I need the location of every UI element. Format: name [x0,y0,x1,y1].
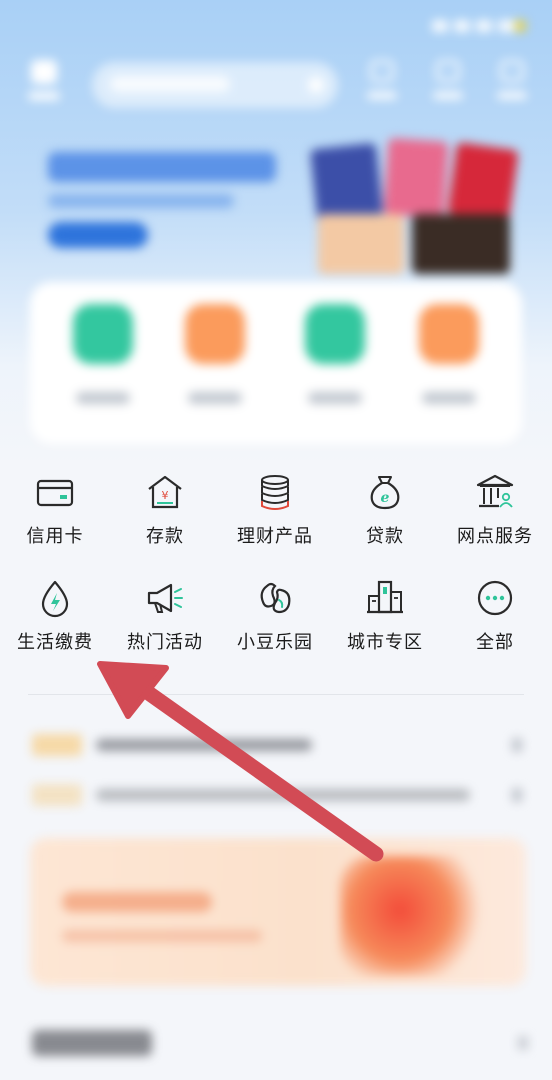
banner-subtitle [48,194,234,208]
message-icon [370,60,394,82]
credit-card-icon [35,472,75,512]
header-right-button-1[interactable] [362,60,402,108]
signal-icon [432,20,448,32]
banner-button[interactable] [48,222,148,248]
service-label: 热门活动 [127,632,203,653]
header-right-label-1 [367,92,397,99]
chevron-right-icon[interactable] [518,1036,528,1050]
service-deposit[interactable]: ¥ 存款 [110,468,220,568]
service-city-zone[interactable]: 城市专区 [330,574,440,674]
quick-action-label [76,392,130,404]
signal-icon [454,20,470,32]
bank-branch-icon [475,472,515,512]
chevron-right-icon [512,738,522,752]
notice-row[interactable] [32,732,526,760]
profile-icon [500,60,524,82]
header-right-label-2 [433,92,463,99]
beans-icon [255,578,295,618]
banner-image [412,214,510,274]
service-icon [436,60,460,82]
promo-card[interactable] [30,838,526,986]
service-label: 理财产品 [237,526,313,547]
service-label: 信用卡 [26,526,84,547]
water-drop-bolt-icon [35,578,75,618]
header-right-label-3 [497,92,527,99]
quick-action-label [422,392,476,404]
quick-action-icon [185,304,245,364]
svg-text:e: e [381,490,390,506]
service-grid: 信用卡 ¥ 存款 理财产品 e 贷款 网点服务 生活缴费 热门活动 小豆乐园 城… [0,468,552,674]
service-credit-card[interactable]: 信用卡 [0,468,110,568]
quick-action-icon [419,304,479,364]
wifi-icon [476,20,492,32]
service-all[interactable]: 全部 [440,574,550,674]
notice-row[interactable] [32,782,526,810]
notice-tag [32,734,82,756]
quick-action-icon [305,304,365,364]
coin-stack-icon [255,472,295,512]
service-label: 城市专区 [347,632,423,653]
notice-text [96,789,470,801]
quick-action-card [30,282,522,444]
quick-action-icon [73,304,133,364]
service-label: 存款 [146,526,184,547]
header-right-button-2[interactable] [428,60,468,108]
promo-subtitle [62,930,262,942]
header-right-button-3[interactable] [492,60,532,108]
section-title [32,1030,152,1056]
service-bean-park[interactable]: 小豆乐园 [220,574,330,674]
status-icons [432,20,526,32]
scan-icon [31,60,57,84]
quick-action-4[interactable] [414,304,484,404]
promo-title [62,892,212,912]
battery-icon [498,20,526,32]
service-label: 全部 [476,632,514,653]
banner-image [447,142,519,222]
notice-text [96,739,312,751]
divider [28,694,524,695]
service-label: 贷款 [366,526,404,547]
header-left-label [28,92,60,100]
service-life-payments[interactable]: 生活缴费 [0,574,110,674]
header-left-button[interactable] [24,60,64,108]
search-placeholder [110,76,230,92]
quick-action-1[interactable] [68,304,138,404]
search-bar[interactable] [92,62,338,108]
service-hot-events[interactable]: 热门活动 [110,574,220,674]
city-buildings-icon [365,578,405,618]
loan-money-bag-icon: e [365,472,405,512]
quick-action-2[interactable] [180,304,250,404]
quick-action-3[interactable] [300,304,370,404]
chevron-right-icon [512,788,522,802]
deposit-house-yen-icon: ¥ [145,472,185,512]
banner-image [383,137,449,219]
service-branch[interactable]: 网点服务 [440,468,550,568]
megaphone-icon [145,578,185,618]
quick-action-label [188,392,242,404]
quick-action-label [308,392,362,404]
banner-title [48,152,276,182]
service-label: 生活缴费 [17,632,93,653]
status-bar [0,14,552,44]
promo-art [340,856,490,976]
mic-icon[interactable] [308,77,324,93]
notice-tag [32,784,82,806]
service-label: 小豆乐园 [237,632,313,653]
svg-text:¥: ¥ [162,489,169,502]
service-label: 网点服务 [457,526,533,547]
service-wealth-products[interactable]: 理财产品 [220,468,330,568]
banner-image [318,214,404,274]
more-dots-icon [475,578,515,618]
service-loan[interactable]: e 贷款 [330,468,440,568]
